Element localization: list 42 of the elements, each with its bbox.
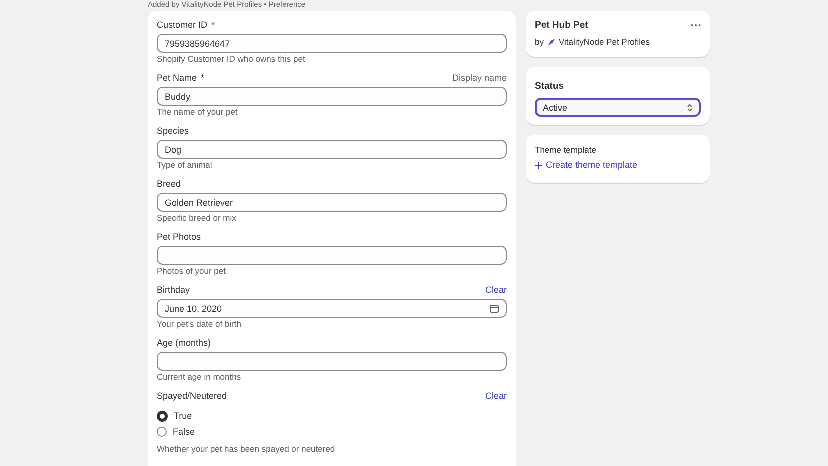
date-field[interactable]: June 10, 2020 [157,299,507,318]
card-title: Theme template [535,145,598,155]
status-select[interactable]: Active [535,98,701,117]
help-text: Photos of your pet [157,266,227,277]
help-text: Shopify Customer ID who owns this pet [157,54,306,65]
field-label: Pet Name [157,73,198,83]
text-field[interactable]: 7959385964647 [157,34,507,53]
radio-option[interactable]: True [157,408,507,424]
by-text: by [535,37,544,47]
field-label: Pet Photos [157,232,202,242]
clear-link[interactable]: Clear [485,391,507,401]
help-text: Your pet's date of birth [157,319,242,330]
app-name: VitalityNode Pet Profiles [558,37,650,47]
required-mark: * [201,73,205,83]
help-text: Type of animal [157,160,214,171]
help-text: Specific breed or mix [157,213,238,224]
field-label: Spayed/Neutered [157,391,228,401]
text-field[interactable]: Dog [157,140,507,159]
field-label: Age (months) [157,338,212,348]
text-field[interactable] [157,246,507,265]
help-text: Whether your pet has been spayed or neutered [157,444,336,455]
help-text: Current age in months [157,372,242,383]
radio-option[interactable]: False [157,424,507,440]
calendar-icon [490,304,499,312]
text-field[interactable] [157,352,507,371]
field-hint: Display name [452,73,507,83]
field-label: Breed [157,179,182,189]
text-field[interactable]: Buddy [157,87,507,106]
plus-icon [535,162,542,168]
chevron-icon [687,104,693,112]
help-text: The name of your pet [157,107,239,118]
required-mark: * [212,20,216,30]
text-field[interactable]: Golden Retriever [157,193,507,212]
more-icon[interactable] [691,24,701,27]
field-label: Birthday [157,285,190,295]
card-title: Status [535,81,564,92]
clear-link[interactable]: Clear [485,285,507,295]
app-logo-icon [546,38,556,46]
create-template-link[interactable]: Create theme template [535,160,701,170]
field-label: Customer ID [157,20,208,30]
field-label: Species [157,126,190,136]
card-title: Pet Hub Pet [535,20,588,31]
